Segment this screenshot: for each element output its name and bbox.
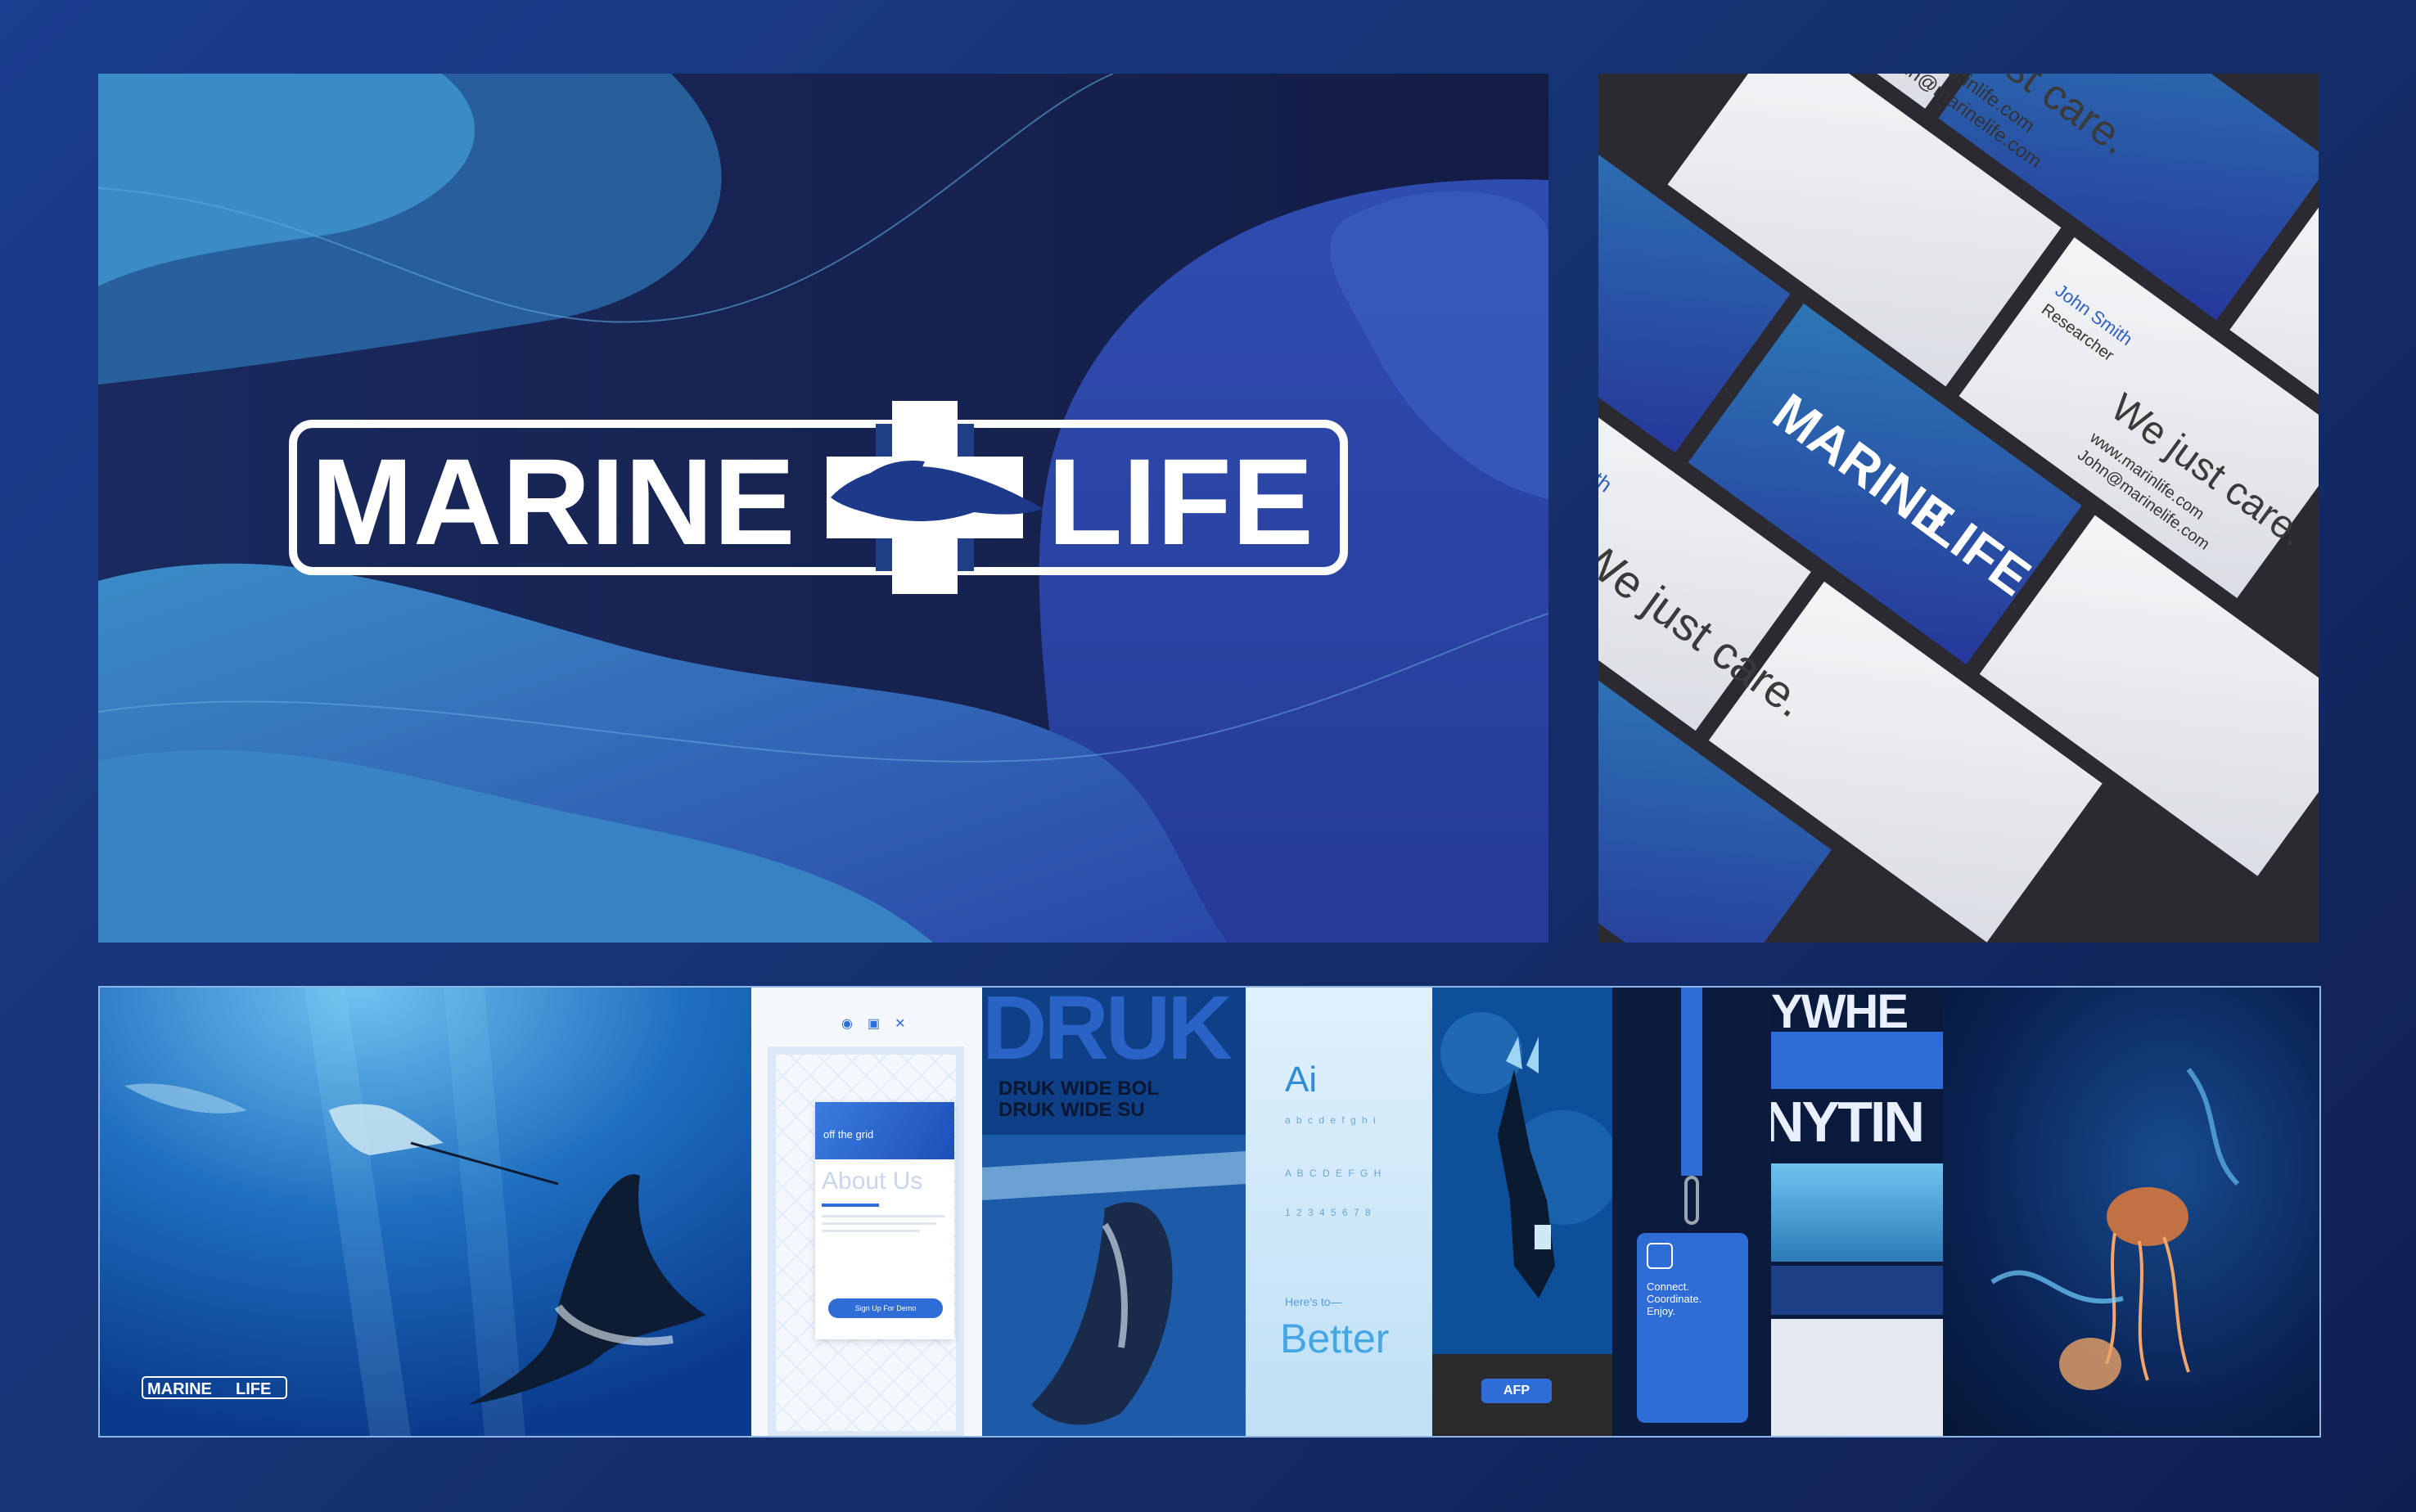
druk-line-2: DRUK WIDE SU [998,1099,1145,1121]
eye-icon[interactable]: ◉ [841,1015,853,1032]
moodboard-logo-right: LIFE [236,1380,271,1398]
ui-text-line [822,1222,936,1225]
ui-toolbar: ◉ ▣ ✕ [841,1015,906,1032]
ui-card: off the grid About Us Sign Up For Demo [815,1102,954,1339]
manta-ray-photo: MARINE LIFE [100,988,751,1436]
poster-bottom-text: NYTIN [1771,1090,1925,1154]
poster-photo [1771,1163,1943,1262]
ui-text-line [822,1230,920,1232]
type-better: Better [1280,1316,1390,1361]
poster-strip [1771,1266,1943,1315]
id-badge: Connect. Coordinate. Enjoy. [1637,1233,1748,1423]
moodboard-logo: MARINE LIFE [142,1376,287,1399]
type-alphabet-upper: A B C D E F G H [1285,1168,1383,1179]
badge-line-2: Coordinate. [1647,1293,1702,1305]
ui-signup-button[interactable]: Sign Up For Demo [828,1298,943,1318]
poster-stationery [1771,1319,1943,1436]
business-card-mockup: We just care. www.marinlife.com John@mar… [1598,74,2319,943]
badge-app-icon [1647,1243,1673,1269]
typography-whale-tile: DRUK DRUK WIDE BOL DRUK WIDE SU [982,988,1246,1436]
type-sample-ai: Ai [1285,1060,1318,1100]
hero-banner: MARINE LIFE [98,74,1548,943]
logo-text-left: MARINE [311,433,796,570]
business-card-stack: We just care. www.marinlife.com John@mar… [1598,74,2319,943]
brand-logo: MARINE LIFE [289,401,1348,594]
druk-line-1: DRUK WIDE BOL [998,1078,1159,1100]
moodboard-logo-left: MARINE [147,1380,212,1398]
druk-heading: DRUK [982,988,1233,1078]
badge-line-1: Connect. [1647,1280,1690,1293]
poster-collage-tile: YWHE NYTIN [1771,988,1943,1436]
type-numbers: 1 2 3 4 5 6 7 8 [1285,1207,1373,1218]
lanyard-clip [1684,1176,1699,1225]
poster-blue-band [1771,1032,1943,1089]
ui-mockup-tile: ◉ ▣ ✕ off the grid About Us Sign Up For … [751,988,982,1436]
diver-photo: AFP [1432,988,1612,1436]
ui-card-subtitle: off the grid [823,1128,874,1141]
lock-icon[interactable]: ▣ [868,1015,880,1032]
typeface-specimen-tile: Ai a b c d e f g h i A B C D E F G H 1 2… [1246,988,1432,1436]
lanyard-badge-tile: Connect. Coordinate. Enjoy. [1612,988,1771,1436]
logo-text-right: LIFE [1048,433,1314,570]
ui-card-heading: About Us [822,1168,923,1195]
lanyard-strap [1681,988,1702,1176]
close-icon[interactable]: ✕ [895,1015,905,1032]
ui-card-divider [822,1204,879,1207]
jellyfish-photo [1943,988,2319,1436]
moodboard-strip: MARINE LIFE ◉ ▣ ✕ off the grid About Us … [98,986,2321,1438]
ui-card-header: off the grid [815,1102,954,1159]
afp-tag: AFP [1481,1379,1552,1403]
badge-line-3: Enjoy. [1647,1305,1676,1317]
type-alphabet-lower: a b c d e f g h i [1285,1114,1377,1126]
type-caption: Here's to— [1285,1295,1342,1308]
whale-photo [982,1135,1246,1436]
ui-text-line [822,1215,944,1217]
